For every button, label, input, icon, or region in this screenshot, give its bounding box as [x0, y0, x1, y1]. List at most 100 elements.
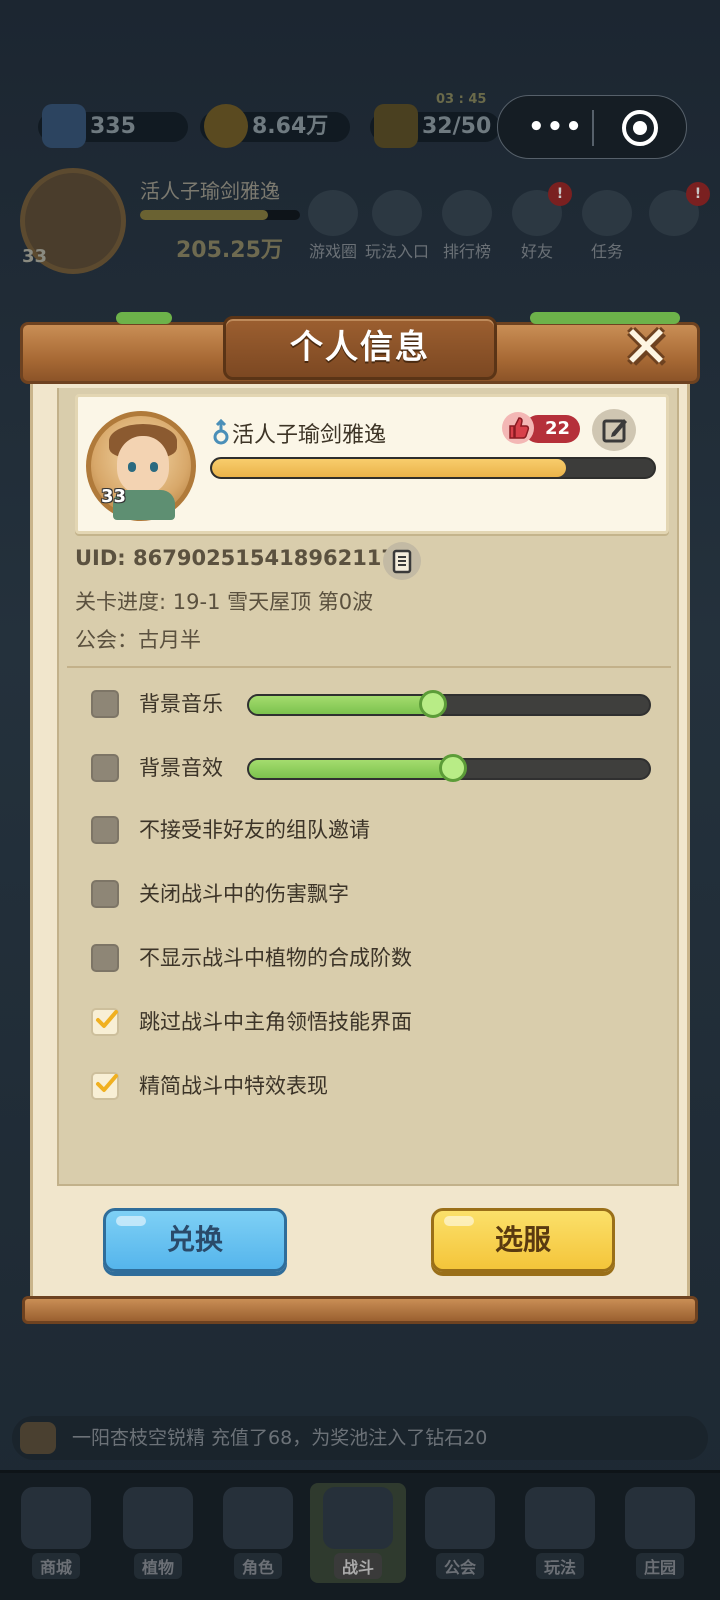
hud-player-name: 活人子瑜剑雅逸 — [140, 179, 280, 203]
gameplay-icon — [525, 1487, 595, 1549]
section-divider — [67, 666, 671, 668]
battle-icon — [323, 1487, 393, 1549]
lightning-icon — [374, 104, 418, 148]
profile-modal: 33 活人子瑜剑雅逸 22 UID: 867902515418962117 关卡… — [20, 308, 700, 1352]
slider-thumb[interactable] — [439, 754, 467, 782]
menu-game-circle[interactable]: 游戏圈 — [300, 190, 366, 262]
nav-shop[interactable]: 商城 — [8, 1483, 104, 1583]
nav-label: 商城 — [31, 1553, 80, 1579]
manor-icon — [625, 1487, 695, 1549]
skip-skill-screen-checkbox[interactable] — [91, 1008, 119, 1036]
slider-thumb[interactable] — [419, 690, 447, 718]
copy-icon — [392, 549, 412, 574]
nav-label: 公会 — [435, 1553, 484, 1579]
setting-hide-damage-text[interactable]: 关闭战斗中的伤害飘字 — [91, 874, 651, 914]
thumbs-up-icon[interactable] — [501, 411, 535, 445]
chat-icon — [20, 1422, 56, 1454]
gold-counter[interactable]: 8.64万 — [200, 104, 350, 148]
setting-bg-sfx: 背景音效 — [91, 748, 651, 788]
grass-decoration — [116, 312, 172, 324]
diamond-value: 335 — [90, 114, 136, 139]
reject-invites-checkbox[interactable] — [91, 816, 119, 844]
broadcast-ticker: 一阳杏枝空锐精 充值了68，为奖池注入了钻石20 — [12, 1416, 708, 1460]
modal-title: 个人信息 — [223, 316, 497, 380]
profile-card: 33 活人子瑜剑雅逸 22 — [75, 394, 669, 534]
more-icon[interactable]: ••• — [528, 112, 584, 142]
edit-profile-button[interactable] — [592, 409, 636, 451]
tasks-icon — [582, 190, 632, 236]
nav-label: 战斗 — [333, 1553, 382, 1579]
hide-damage-text-checkbox[interactable] — [91, 880, 119, 908]
coin-icon — [204, 104, 248, 148]
bg-music-checkbox[interactable] — [91, 690, 119, 718]
nav-battle[interactable]: 战斗 — [310, 1483, 406, 1583]
copy-uid-button[interactable] — [383, 542, 421, 580]
uid-value: 867902515418962117 — [133, 546, 397, 570]
nav-character[interactable]: 角色 — [210, 1483, 306, 1583]
modal-panel: 33 活人子瑜剑雅逸 22 UID: 867902515418962117 关卡… — [30, 384, 690, 1306]
slider-fill — [249, 760, 453, 778]
exchange-button[interactable]: 兑换 — [103, 1208, 287, 1272]
guild-icon — [425, 1487, 495, 1549]
notification-badge: ! — [686, 182, 710, 206]
menu-tasks[interactable]: 任务 — [574, 190, 640, 262]
bottom-nav: 商城 植物 角色 战斗 公会 玩法 庄园 — [0, 1470, 720, 1600]
simplify-effects-checkbox[interactable] — [91, 1072, 119, 1100]
miniprogram-capsule: ••• — [497, 95, 687, 159]
check-icon — [96, 1074, 118, 1092]
hud-player-gold: 205.25万 — [176, 238, 283, 263]
modal-bottom-rod — [22, 1296, 698, 1324]
guild-label: 公会： — [75, 628, 138, 652]
close-icon[interactable]: ✕ — [616, 318, 676, 378]
stage-value: 19-1 雪天屋顶 第0波 — [172, 590, 374, 614]
nav-label: 角色 — [233, 1553, 282, 1579]
menu-label: 好友 — [520, 242, 553, 261]
menu-label: 排行榜 — [442, 242, 491, 261]
nav-manor[interactable]: 庄园 — [612, 1483, 708, 1583]
level-badge: 33 — [101, 486, 127, 507]
bg-music-slider[interactable] — [247, 690, 651, 718]
energy-counter[interactable]: 32/50 — [370, 104, 500, 148]
setting-simplify-effects[interactable]: 精简战斗中特效表现 — [91, 1066, 651, 1106]
ranking-icon — [442, 190, 492, 236]
exp-progress-bar — [210, 457, 656, 479]
stage-progress-line: 关卡进度: 19-1 雪天屋顶 第0波 — [75, 586, 373, 616]
setting-label: 背景音效 — [139, 756, 223, 780]
nav-gameplay[interactable]: 玩法 — [512, 1483, 608, 1583]
nav-plant[interactable]: 植物 — [110, 1483, 206, 1583]
energy-timer: 03 : 45 — [436, 92, 487, 107]
uid-line: UID: 867902515418962117 — [75, 546, 396, 570]
slider-fill — [249, 696, 433, 714]
select-server-button[interactable]: 选服 — [431, 1208, 615, 1272]
hud-level: 33 — [22, 246, 48, 267]
capsule-divider — [592, 110, 594, 146]
setting-label: 精简战斗中特效表现 — [139, 1074, 328, 1098]
setting-label: 不接受非好友的组队邀请 — [139, 818, 370, 842]
edit-icon — [602, 419, 627, 443]
setting-hide-merge-level[interactable]: 不显示战斗中植物的合成阶数 — [91, 938, 651, 978]
game-circle-icon — [308, 190, 358, 236]
ticker-text: 一阳杏枝空锐精 充值了68，为奖池注入了钻石20 — [72, 1427, 488, 1449]
close-miniprogram-icon[interactable] — [622, 110, 658, 146]
gold-value: 8.64万 — [252, 114, 329, 139]
character-icon — [223, 1487, 293, 1549]
uid-label: UID: — [75, 546, 134, 570]
bg-sfx-checkbox[interactable] — [91, 754, 119, 782]
setting-bg-music: 背景音乐 — [91, 684, 651, 724]
player-name: 活人子瑜剑雅逸 — [232, 423, 387, 448]
modal-content: 33 活人子瑜剑雅逸 22 UID: 867902515418962117 关卡… — [57, 388, 679, 1186]
avatar[interactable]: 33 — [86, 411, 196, 521]
menu-ranking[interactable]: 排行榜 — [434, 190, 500, 262]
nav-guild[interactable]: 公会 — [412, 1483, 508, 1583]
setting-skip-skill-screen[interactable]: 跳过战斗中主角领悟技能界面 — [91, 1002, 651, 1042]
hide-merge-level-checkbox[interactable] — [91, 944, 119, 972]
energy-value: 32/50 — [422, 114, 492, 139]
diamond-counter[interactable]: 335 — [38, 104, 188, 148]
setting-reject-invites[interactable]: 不接受非好友的组队邀请 — [91, 810, 651, 850]
gamepad-icon — [372, 190, 422, 236]
stage-label: 关卡进度: — [75, 590, 173, 614]
bg-sfx-slider[interactable] — [247, 754, 651, 782]
plant-icon — [123, 1487, 193, 1549]
menu-gameplay-entry[interactable]: 玩法入口 — [364, 190, 430, 262]
avatar-eye — [128, 462, 136, 472]
